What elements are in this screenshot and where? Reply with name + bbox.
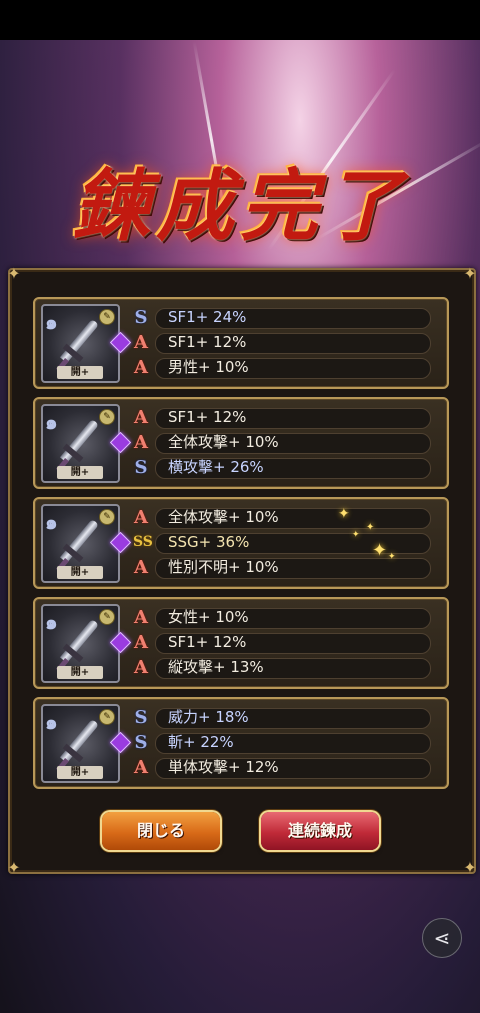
- spiral-icon: ๑: [45, 310, 58, 334]
- weapon-level-label: 開+: [57, 566, 103, 579]
- spiral-icon: ๑: [45, 710, 58, 734]
- corner-ornament-icon: ✦: [7, 264, 21, 283]
- close-button[interactable]: 閉じる: [102, 812, 220, 850]
- sword-icon: ๑ ✎ 開+: [41, 304, 120, 383]
- spiral-icon: ๑: [45, 410, 58, 434]
- effect-row: S 横攻撃+ 26%: [133, 457, 435, 479]
- effect-text: 全体攻撃+ 10%: [168, 508, 279, 526]
- s-rank-icon: S: [134, 707, 148, 728]
- refine-result-card: ๑ ✎ 開+ A SF1+ 12% A 全体攻撃+ 10% S 横攻撃+ 26%: [33, 397, 449, 489]
- effect-text: 斬+ 22%: [168, 733, 234, 751]
- a-rank-icon: A: [134, 507, 148, 528]
- spiral-icon: ๑: [45, 510, 58, 534]
- a-rank-icon: A: [134, 432, 148, 453]
- a-rank-icon: A: [134, 407, 148, 428]
- refine-result-card: ๑ ✎ 開+ S SF1+ 24% A SF1+ 12% A 男性+ 10%: [33, 297, 449, 389]
- medal-icon: ✎: [99, 509, 115, 525]
- ssg-rank-icon: SS: [133, 534, 153, 550]
- s-rank-icon: S: [134, 732, 148, 753]
- effect-row: A 女性+ 10%: [133, 607, 435, 629]
- effect-text: 横攻撃+ 26%: [168, 458, 264, 476]
- effect-row: A SF1+ 12%: [133, 632, 435, 654]
- share-icon[interactable]: ⋖: [422, 918, 462, 958]
- weapon-level-label: 開+: [57, 766, 103, 779]
- weapon-level-label: 開+: [57, 366, 103, 379]
- a-rank-icon: A: [134, 557, 148, 578]
- banner-title: 鍊成完了: [71, 161, 408, 252]
- effect-text: SF1+ 12%: [168, 408, 247, 426]
- effect-row: S 斬+ 22%: [133, 732, 435, 754]
- medal-icon: ✎: [99, 309, 115, 325]
- effect-row: A 単体攻撃+ 12%: [133, 757, 435, 779]
- sword-icon: ๑ ✎ 開+: [41, 404, 120, 483]
- sparkle-icon: ✦: [352, 530, 360, 540]
- effect-row: A SF1+ 12%: [133, 407, 435, 429]
- a-rank-icon: A: [134, 332, 148, 353]
- effect-text: SF1+ 12%: [168, 333, 247, 351]
- continuous-refine-button[interactable]: 連続鍊成: [261, 812, 379, 850]
- s-rank-icon: S: [134, 307, 148, 328]
- effect-row: A 全体攻撃+ 10%: [133, 432, 435, 454]
- effect-row: A 全体攻撃+ 10%: [133, 507, 435, 529]
- sword-icon: ๑ ✎ 開+: [41, 604, 120, 683]
- a-rank-icon: A: [134, 632, 148, 653]
- refine-result-card: ๑ ✎ 開+ A 女性+ 10% A SF1+ 12% A 縦攻撃+ 13%: [33, 597, 449, 689]
- effect-row: A SF1+ 12%: [133, 332, 435, 354]
- sparkle-icon: ✦: [372, 540, 388, 561]
- effect-row: SS SSG+ 36%: [133, 532, 435, 554]
- effect-text: 威力+ 18%: [168, 708, 249, 726]
- corner-ornament-icon: ✦: [463, 264, 477, 283]
- effect-text: SF1+ 24%: [168, 308, 247, 326]
- effect-text: 単体攻撃+ 12%: [168, 758, 279, 776]
- medal-icon: ✎: [99, 709, 115, 725]
- a-rank-icon: A: [134, 607, 148, 628]
- weapon-level-label: 開+: [57, 666, 103, 679]
- sparkle-icon: ✦: [366, 522, 375, 533]
- corner-ornament-icon: ✦: [7, 858, 21, 877]
- sparkle-icon: ✦: [338, 506, 350, 522]
- weapon-level-label: 開+: [57, 466, 103, 479]
- effect-row: A 縦攻撃+ 13%: [133, 657, 435, 679]
- effect-text: 男性+ 10%: [168, 358, 249, 376]
- effect-text: SSG+ 36%: [168, 533, 250, 551]
- effect-row: S SF1+ 24%: [133, 307, 435, 329]
- effect-text: 縦攻撃+ 13%: [168, 658, 264, 676]
- sword-icon: ๑ ✎ 開+: [41, 504, 120, 583]
- corner-ornament-icon: ✦: [463, 858, 477, 877]
- effect-text: 女性+ 10%: [168, 608, 249, 626]
- effect-text: 性別不明+ 10%: [168, 558, 279, 576]
- effect-text: 全体攻撃+ 10%: [168, 433, 279, 451]
- medal-icon: ✎: [99, 409, 115, 425]
- a-rank-icon: A: [134, 757, 148, 778]
- sword-icon: ๑ ✎ 開+: [41, 704, 120, 783]
- refine-result-card: ๑ ✎ 開+ S 威力+ 18% S 斬+ 22% A 単体攻撃+ 12%: [33, 697, 449, 789]
- effect-row: A 男性+ 10%: [133, 357, 435, 379]
- effect-row: S 威力+ 18%: [133, 707, 435, 729]
- effect-text: SF1+ 12%: [168, 633, 247, 651]
- medal-icon: ✎: [99, 609, 115, 625]
- spiral-icon: ๑: [45, 610, 58, 634]
- a-rank-icon: A: [134, 657, 148, 678]
- a-rank-icon: A: [134, 357, 148, 378]
- s-rank-icon: S: [134, 457, 148, 478]
- sparkle-icon: ✦: [388, 552, 396, 562]
